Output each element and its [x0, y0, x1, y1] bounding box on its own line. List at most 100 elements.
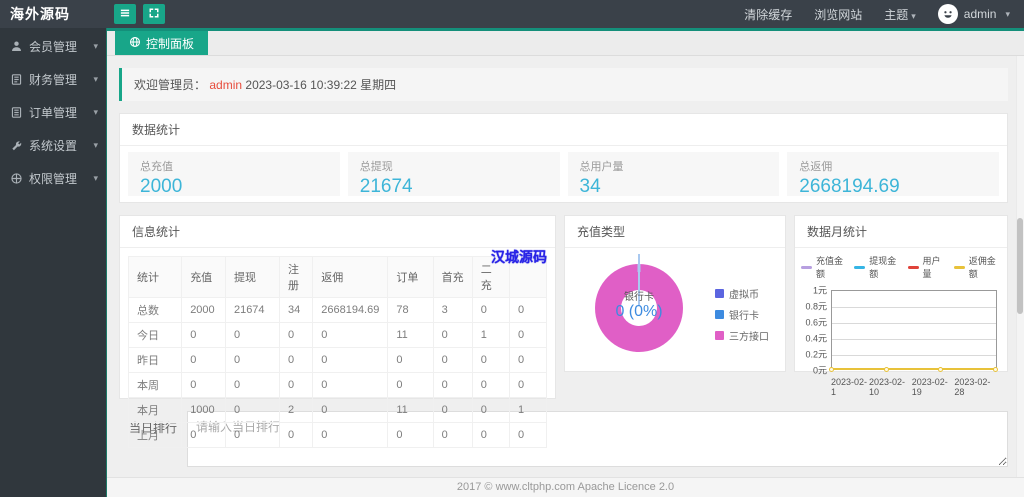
sidebar-item-orders[interactable]: 订单管理 ▾: [0, 98, 106, 127]
table-body: 总数 2000 21674 34 2668194.69 78 3 0 0 今日 0 0 0 0 11 0 1 0 昨…: [127, 297, 548, 448]
username: admin: [963, 7, 997, 21]
gridline: [832, 323, 996, 324]
table-cell: 2668194.69: [312, 297, 389, 323]
table-row: 上月 0 0 0 0 0 0 0 0: [127, 422, 548, 448]
welcome-datetime: 2023-03-16 10:39:22 星期四: [245, 78, 397, 92]
panel-title: 充值类型: [565, 216, 785, 248]
scrollbar-thumb[interactable]: [1017, 218, 1023, 314]
stat-card-value: 2000: [140, 176, 183, 197]
y-tick-label: 0.2元: [805, 349, 827, 360]
line-legend-item[interactable]: 用户量: [907, 254, 944, 280]
chevron-down-icon: ▾: [93, 41, 98, 51]
sidebar: 会员管理 ▾ 财务管理 ▾ 订单管理 ▾ 系统设置 ▾ 权限管理 ▾: [0, 28, 107, 497]
table-cell: 0: [387, 372, 434, 398]
recharge-type-panel: 充值类型 银行卡 0 (0%) 虚拟币 银行卡 三方接口: [564, 215, 786, 372]
clear-cache-link[interactable]: 清除缓存: [744, 6, 792, 23]
x-axis-labels: 2023-02-1 2023-02-10 2023-02-19 2023-02-28: [831, 377, 997, 397]
main-area: 控制面板 欢迎管理员： admin 2023-03-16 10:39:22 星期…: [107, 28, 1024, 497]
avatar: [937, 4, 958, 24]
user-icon: [10, 40, 23, 53]
stat-card: 总提现 21674: [347, 152, 560, 197]
theme-dropdown[interactable]: 主题 ▾: [884, 6, 916, 23]
table-header-cell: 首充: [432, 256, 473, 298]
line-legend-item[interactable]: 提现金额: [854, 254, 897, 280]
tab-dashboard[interactable]: 控制面板: [115, 31, 209, 55]
table-cell: 1000: [181, 397, 226, 423]
x-tick-label: 2023-02-10: [869, 377, 906, 397]
table-cell: 昨日: [127, 347, 183, 373]
middle-row: 信息统计 汉城源码 统计 充值 提现 注册 返佣 订单 首充 二充 总数 2000 21674 34…: [119, 215, 1008, 448]
sidebar-item-system[interactable]: 系统设置 ▾: [0, 131, 106, 160]
sidebar-item-finance[interactable]: 财务管理 ▾: [0, 65, 106, 94]
fullscreen-button[interactable]: [143, 4, 165, 24]
legend-swatch: [953, 265, 965, 269]
stat-card-value: 2668194.69: [799, 176, 900, 197]
stat-card-label: 总提现: [359, 161, 393, 173]
stat-card: 总用户量 34: [567, 152, 780, 197]
tab-label: 控制面板: [146, 36, 195, 51]
line-chart: 充值金额 提现金额 用户量 返佣金额 1元 0.8元 0.6元 0.4元 0.2元 0元 202…: [795, 248, 1007, 397]
table-cell: 总数: [127, 297, 183, 323]
chevron-down-icon: ▾: [93, 173, 98, 183]
stat-card-value: 34: [579, 176, 601, 197]
table-cell: 本周: [127, 372, 183, 398]
table-head: 统计 充值 提现 注册 返佣 订单 首充 二充: [127, 256, 548, 298]
table-header-cell: 提现: [224, 256, 280, 298]
table-cell: 11: [387, 397, 434, 423]
tab-bar: 控制面板: [107, 28, 1024, 56]
info-stats-panel: 信息统计 汉城源码 统计 充值 提现 注册 返佣 订单 首充 二充 总数 2000 21674 34…: [119, 215, 556, 448]
table-header-row: 统计 充值 提现 注册 返佣 订单 首充 二充: [127, 256, 548, 298]
pie-legend-item[interactable]: 三方接口: [715, 328, 769, 343]
table-cell: 0: [312, 372, 389, 398]
table-cell: 3: [432, 297, 473, 323]
legend-swatch: [715, 331, 724, 340]
sidebar-toggle-button[interactable]: [114, 4, 136, 24]
data-point-marker: [883, 367, 889, 372]
legend-swatch: [715, 310, 724, 319]
browse-site-link[interactable]: 浏览网站: [814, 6, 862, 23]
gridline: [832, 355, 996, 356]
pie-legend-item[interactable]: 虚拟币: [715, 286, 769, 301]
pie-legend-item[interactable]: 银行卡: [715, 307, 769, 322]
welcome-admin-name: admin: [209, 78, 243, 92]
sidebar-item-label: 系统设置: [29, 139, 78, 153]
legend-swatch: [854, 265, 866, 269]
data-point-marker: [829, 367, 834, 372]
table-cell: 0: [432, 347, 473, 373]
globe-icon: [129, 36, 141, 51]
table-cell: 0: [508, 322, 548, 348]
table-cell: 0: [224, 372, 280, 398]
table-cell: 11: [387, 322, 434, 348]
table-cell: 0: [224, 397, 280, 423]
table-cell: 0: [471, 422, 510, 448]
sidebar-item-label: 会员管理: [29, 40, 78, 54]
sidebar-item-members[interactable]: 会员管理 ▾: [0, 32, 106, 61]
table-cell: 0: [278, 372, 314, 398]
chevron-down-icon: ▾: [93, 107, 98, 117]
chevron-down-icon: ▾: [911, 10, 916, 21]
line-legend-item[interactable]: 返佣金额: [953, 254, 997, 280]
table-cell: 本月: [127, 397, 183, 423]
table-cell: 0: [471, 397, 510, 423]
y-axis-labels: 1元 0.8元 0.6元 0.4元 0.2元 0元: [801, 286, 831, 376]
sidebar-item-permissions[interactable]: 权限管理 ▾: [0, 164, 106, 193]
panel-title: 数据月统计: [795, 216, 1007, 248]
table-cell: 0: [312, 397, 389, 423]
table-cell: 0: [278, 322, 314, 348]
line-legend-item[interactable]: 充值金额: [801, 254, 844, 280]
hamburger-icon: [119, 7, 131, 22]
table-cell: 34: [278, 297, 314, 323]
gridline: [832, 307, 996, 308]
table-cell: 0: [432, 372, 473, 398]
table-header-cell: 订单: [387, 256, 434, 298]
stat-cards: 总充值 2000 总提现 21674 总用户量 34 总返佣 2668194.69: [120, 146, 1007, 202]
scrollbar-track[interactable]: [1016, 56, 1024, 477]
y-tick-label: 0.8元: [805, 301, 827, 312]
table-cell: 2: [278, 397, 314, 423]
donut-chart: 银行卡 0 (0%) 虚拟币 银行卡 三方接口: [565, 248, 785, 374]
user-menu[interactable]: admin ▾: [937, 4, 1010, 24]
wrench-icon: [10, 139, 23, 152]
chevron-down-icon: ▾: [93, 74, 98, 84]
panel-title: 数据统计: [120, 114, 1007, 146]
table-cell: 0: [181, 322, 226, 348]
